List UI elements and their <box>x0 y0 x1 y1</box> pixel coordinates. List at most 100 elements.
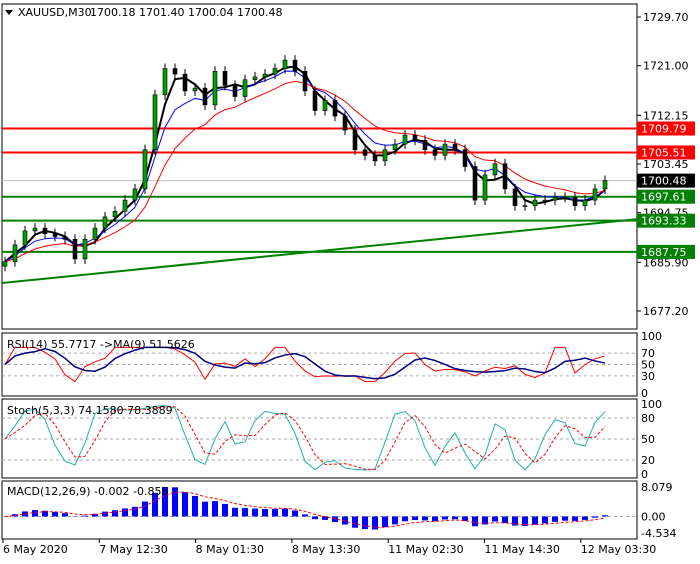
candle-body <box>93 228 97 239</box>
candle-body <box>383 150 387 161</box>
candle-body <box>423 140 427 150</box>
candle-body <box>103 217 107 228</box>
candle-body <box>573 197 577 205</box>
macd-tick-label: 8.079 <box>641 481 673 494</box>
time-tick-label: 7 May 12:30 <box>99 543 167 556</box>
price-tick-label: 1703.45 <box>643 158 689 171</box>
macd-label: MACD(12,26,9) -0.002 -0.856 <box>7 485 168 498</box>
support-level-value: 1693.33 <box>641 215 687 228</box>
candle-body <box>323 100 327 110</box>
stoch-tick-label: 20 <box>641 454 655 467</box>
macd-bar <box>202 502 208 517</box>
macd-bar <box>502 516 508 523</box>
macd-bar <box>382 516 388 527</box>
candle-body <box>603 181 607 189</box>
macd-bar <box>272 509 278 516</box>
macd-bar <box>122 509 128 517</box>
candle-body <box>563 197 567 198</box>
candle-body <box>43 228 47 234</box>
macd-bar <box>542 516 548 523</box>
candle-body <box>143 150 147 189</box>
macd-bar <box>242 508 248 516</box>
stoch-tick-label: 80 <box>641 412 655 425</box>
time-tick-label: 8 May 13:30 <box>292 543 360 556</box>
macd-bar <box>312 516 318 519</box>
macd-bar <box>102 512 108 517</box>
candle <box>503 159 507 194</box>
candle-body <box>303 71 307 91</box>
candle-body <box>553 197 557 200</box>
macd-bar <box>222 504 228 517</box>
candle-body <box>243 80 247 97</box>
candle-body <box>63 237 67 240</box>
macd-bar <box>602 515 608 516</box>
candle-body <box>203 88 207 105</box>
candle-body <box>393 144 397 150</box>
ohlc-readout: 1700.18 1701.40 1700.04 1700.48 <box>90 6 282 19</box>
price-tick-label: 1712.15 <box>643 109 689 122</box>
macd-bar <box>592 516 598 517</box>
price-tick-label: 1721.00 <box>643 60 689 73</box>
candle-body <box>373 155 377 161</box>
candle-body <box>363 150 367 156</box>
stoch-label: Stoch(5,3,3) 74.1580 78.3889 <box>7 404 173 417</box>
stoch-tick-label: 0 <box>641 468 648 481</box>
candle-body <box>443 144 447 155</box>
support-level-value: 1687.75 <box>641 246 687 259</box>
macd-bar <box>82 516 88 517</box>
macd-bar <box>212 501 218 516</box>
time-tick-label: 8 May 01:30 <box>196 543 264 556</box>
candle-body <box>433 150 437 156</box>
candle-body <box>223 71 227 85</box>
candle-body <box>23 231 27 245</box>
time-tick-label: 12 May 03:30 <box>581 543 656 556</box>
candle-body <box>253 77 257 80</box>
candle-body <box>463 150 467 167</box>
macd-bar <box>232 508 238 517</box>
macd-bar <box>262 509 268 516</box>
candle-body <box>233 85 237 96</box>
candle-body <box>133 189 137 200</box>
candle-body <box>173 69 177 75</box>
candle <box>163 63 167 99</box>
macd-bar <box>492 516 498 521</box>
candle-body <box>163 69 167 95</box>
macd-bar <box>402 516 408 521</box>
macd-tick-label: -4.534 <box>641 527 676 540</box>
macd-bar <box>532 516 538 524</box>
resistance-level-value: 1709.79 <box>641 122 687 135</box>
candle-body <box>403 135 407 144</box>
macd-bar <box>192 496 198 517</box>
macd-bar <box>472 516 478 526</box>
candle-body <box>193 88 197 91</box>
macd-bar <box>142 502 148 517</box>
candle-body <box>593 189 597 200</box>
candle-body <box>3 262 7 266</box>
candle-body <box>483 175 487 200</box>
candle <box>213 66 217 110</box>
resistance-level-value: 1705.51 <box>641 146 687 159</box>
candle-body <box>273 69 277 75</box>
symbol-label: XAUUSD,M30 <box>18 6 92 19</box>
candle-body <box>53 234 57 237</box>
support-level-value: 1697.61 <box>641 191 687 204</box>
candle-body <box>123 200 127 211</box>
rsi-label: RSI(14) 55.7717 ->MA(9) 51.5626 <box>7 338 195 351</box>
candle-body <box>523 206 527 207</box>
time-tick-label: 11 May 14:30 <box>485 543 560 556</box>
candle <box>473 161 477 205</box>
macd-bar <box>352 516 358 527</box>
candle <box>153 90 157 155</box>
macd-bar <box>302 514 308 516</box>
candle-body <box>353 130 357 150</box>
macd-bar <box>282 509 288 517</box>
candle-body <box>413 135 417 140</box>
candle-body <box>453 144 457 150</box>
macd-bar <box>572 516 578 520</box>
candle-body <box>503 164 507 189</box>
macd-bar <box>362 516 368 529</box>
macd-bar <box>552 516 558 521</box>
candle-body <box>343 116 347 130</box>
candle-body <box>513 189 517 206</box>
macd-bar <box>52 512 58 517</box>
